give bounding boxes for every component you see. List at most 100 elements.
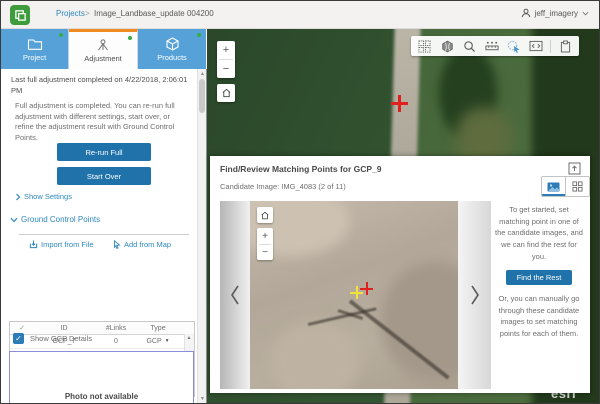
view-toggle-group [541,176,590,197]
scroll-down-icon[interactable]: ▼ [198,394,207,403]
show-settings-label: Show Settings [24,192,72,201]
open-window-icon [568,162,581,175]
measure-button[interactable] [483,38,500,55]
tab-adjustment[interactable]: Adjustment [69,29,138,69]
red-cross-marker[interactable] [360,282,373,295]
rerun-full-button[interactable]: Re-run Full [57,143,151,161]
user-menu[interactable]: jeff_imagery [521,8,589,18]
add-point-tool-button[interactable] [506,38,523,55]
panel-title: Find/Review Matching Points for GCP_9 [220,164,382,174]
add-from-map-link[interactable]: Add from Map [113,240,171,249]
extent-icon [529,40,543,52]
photo-light-patch [270,321,360,389]
section-divider [19,234,189,235]
gcp-photo-placeholder: Photo not available [9,351,194,404]
open-window-button[interactable] [568,162,581,175]
app-logo-glyph [14,9,27,22]
photo-not-available-text: Photo not available [10,392,193,401]
show-gcp-details-row: ✓ Show GCP Details [13,333,92,344]
scroll-up-icon[interactable]: ▲ [198,69,207,78]
find-review-panel: Find/Review Matching Points for GCP_9 Ca… [210,156,590,393]
next-image-button[interactable] [458,201,491,389]
start-over-button[interactable]: Start Over [57,167,151,185]
adjustment-description: Full adjustment is completed. You can re… [15,101,189,143]
image-view-toggle[interactable] [542,177,565,196]
chevron-down-icon [582,11,589,16]
status-dot [128,36,132,40]
chevron-right-icon [469,284,481,306]
search-icon [463,40,476,53]
show-gcp-details-checkbox[interactable]: ✓ [13,333,24,344]
scroll-up-icon[interactable]: ▲ [185,334,193,342]
show-settings-toggle[interactable]: Show Settings [15,192,72,201]
user-name: jeff_imagery [535,9,578,18]
candidate-image-label: Candidate Image: IMG_4083 (2 of 11) [220,182,346,191]
add-from-map-label: Add from Map [124,240,171,249]
status-dot [197,33,201,37]
zoom-in-button[interactable]: + [217,41,235,59]
column-links: #Links [94,325,138,332]
tab-project[interactable]: Project [1,29,69,69]
adjustment-panel: Last full adjustment completed on 4/22/2… [1,69,207,403]
panel-scrollbar[interactable]: ▲ ▼ [197,69,206,403]
column-type: Type [138,325,178,332]
toolbar-separator [550,40,551,53]
import-icon [29,240,38,249]
breadcrumb-separator: > [85,9,90,18]
adjustment-icon [95,38,111,52]
folder-icon [27,37,43,51]
find-the-rest-button[interactable]: Find the Rest [506,270,572,285]
import-from-file-link[interactable]: Import from File [29,240,94,249]
grid-view-icon [572,181,583,192]
gcp-section-toggle[interactable]: Ground Control Points [10,215,100,224]
image-view-icon [547,182,560,192]
user-icon [521,8,531,18]
home-extent-button[interactable] [217,84,235,102]
tab-label: Adjustment [84,54,122,63]
instruction-manual-text: Or, you can manually go through these ca… [495,293,583,340]
app-window: Projects > Image_Landbase_update 004200 … [0,0,600,404]
photo-dark-patch [380,261,458,381]
viewer-zoom-in-button[interactable]: + [257,228,273,244]
extent-button[interactable] [528,38,545,55]
chevron-right-icon [15,193,21,201]
select-point-cursor-icon [507,40,521,53]
viewer-home-button[interactable] [257,207,273,223]
viewer-zoom-control: + − [257,228,273,260]
gcp-section-label: Ground Control Points [21,215,100,224]
basemap-icon [441,40,454,53]
tab-products[interactable]: Products [138,29,206,69]
instruction-start-text: To get started, set matching point in on… [495,204,583,262]
app-logo[interactable] [10,5,30,25]
map-toolbar [411,36,579,56]
windows-grid-icon [418,40,431,53]
zoom-out-button[interactable]: − [217,60,235,78]
search-button[interactable] [461,38,478,55]
dropdown-caret-icon: ▼ [165,338,170,344]
home-icon [260,211,270,220]
top-bar: Projects > Image_Landbase_update 004200 … [1,1,599,29]
previous-image-button[interactable] [220,201,250,389]
basemap-button[interactable] [439,38,456,55]
gcp-type-dropdown[interactable]: GCP▼ [138,338,178,345]
gcp-red-cross-marker[interactable] [391,95,408,112]
breadcrumb-project-name: Image_Landbase_update 004200 [94,9,214,18]
chevron-down-icon [10,217,18,223]
candidate-image-viewer[interactable]: + − [250,201,458,389]
home-icon [221,88,232,98]
last-adjustment-status: Last full adjustment completed on 4/22/2… [11,75,191,96]
column-id: ID [34,325,94,332]
tab-label: Project [23,53,46,62]
scrollbar-thumb[interactable] [199,79,205,113]
grid-view-toggle[interactable] [565,177,589,196]
breadcrumb-projects-link[interactable]: Projects [56,9,85,18]
show-gcp-details-label: Show GCP Details [30,334,92,343]
chevron-left-icon [229,284,241,306]
map-zoom-control: + − [217,41,235,78]
check-icon: ✓ [10,324,34,332]
clipboard-button[interactable] [557,38,574,55]
instructions-column: To get started, set matching point in on… [495,204,583,340]
add-from-map-icon [113,240,121,249]
viewer-zoom-out-button[interactable]: − [257,245,273,260]
viewer-grid-button[interactable] [416,38,433,55]
